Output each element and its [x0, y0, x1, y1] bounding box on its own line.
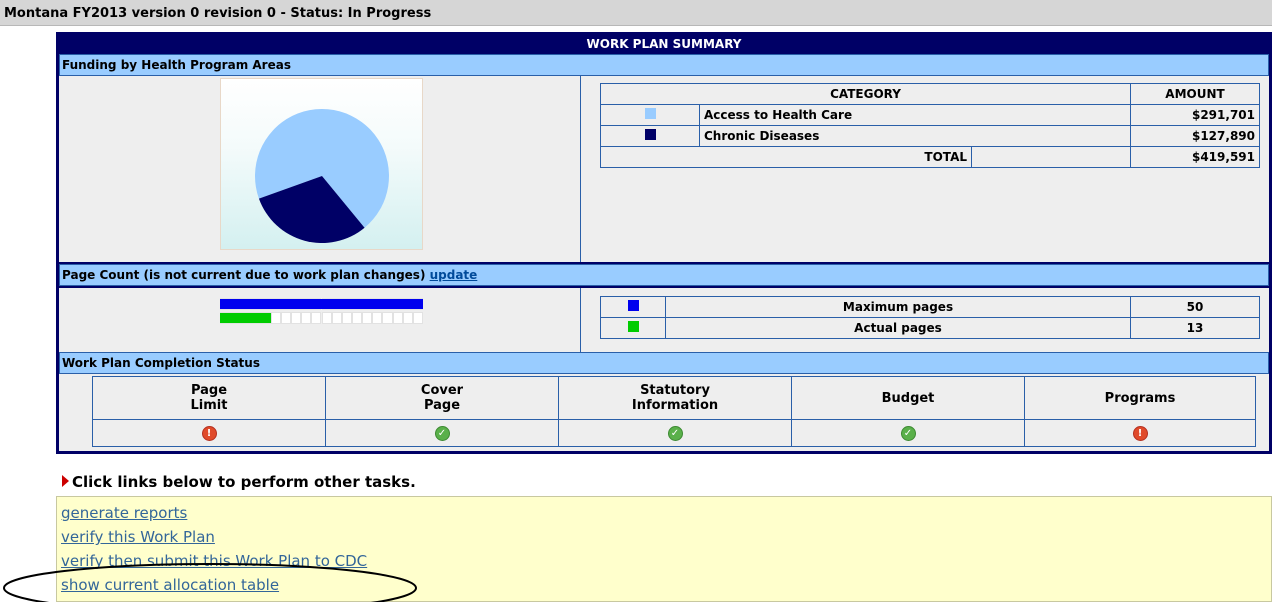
legend-swatch — [644, 108, 656, 119]
funding-row: Access to Health Care $291,701 — [600, 104, 1260, 126]
bar-cell — [341, 312, 352, 324]
check-icon[interactable]: ✓ — [667, 426, 683, 441]
page-count-row: Maximum pages 50 — [600, 296, 1260, 318]
column-label: Programs — [1104, 390, 1176, 406]
funding-table-header: CATEGORY AMOUNT — [600, 83, 1260, 105]
funding-table: CATEGORY AMOUNT Access to Health Care $2… — [600, 83, 1260, 168]
update-link[interactable]: update — [430, 268, 478, 282]
bar-fill — [220, 313, 271, 323]
column-label: Information — [631, 398, 719, 413]
legend-swatch-cell — [600, 104, 700, 126]
red-arrow-icon — [62, 475, 69, 487]
page-count-value: 50 — [1130, 296, 1260, 318]
completion-column-header: Statutory Information — [558, 376, 792, 420]
status-cell: ! — [92, 419, 326, 447]
funding-row: Chronic Diseases $127,890 — [600, 125, 1260, 147]
legend-swatch-cell — [600, 317, 666, 339]
bar-cell — [270, 312, 281, 324]
window-title-bar: Montana FY2013 version 0 revision 0 - St… — [0, 0, 1272, 26]
bar-cell — [392, 312, 403, 324]
category-column-header: CATEGORY — [600, 83, 1131, 105]
annotation-ellipse — [3, 563, 417, 602]
completion-status-table: Page Limit Cover Page Statutory Information… — [92, 376, 1256, 447]
bar-cell — [362, 312, 373, 324]
completion-header-row: Page Limit Cover Page Statutory Information… — [92, 376, 1256, 420]
bar-cell — [402, 312, 413, 324]
actual-pages-bar — [220, 312, 423, 324]
page-count-label: Maximum pages — [665, 296, 1131, 318]
page-count-panel: Maximum pages 50 Actual pages 13 — [59, 288, 1269, 354]
funding-section-title: Funding by Health Program Areas — [62, 58, 291, 72]
page-count-label: Actual pages — [665, 317, 1131, 339]
total-spacer — [971, 146, 1131, 168]
bar-cell — [331, 312, 342, 324]
page-count-row: Actual pages 13 — [600, 317, 1260, 339]
summary-title: WORK PLAN SUMMARY — [586, 37, 742, 51]
completion-icon-row: ! ✓ ✓ ✓ ! — [92, 419, 1256, 447]
category-name: Chronic Diseases — [699, 125, 1131, 147]
funding-total-row: TOTAL $419,591 — [600, 146, 1260, 168]
funding-pie-chart — [220, 78, 423, 250]
status-cell: ✓ — [325, 419, 559, 447]
bar-cell — [291, 312, 302, 324]
bar-fill — [220, 299, 423, 309]
page-count-section-title: Page Count (is not current due to work p… — [62, 268, 426, 282]
bar-cell — [372, 312, 383, 324]
page-count-section-header: Page Count (is not current due to work p… — [59, 264, 1269, 286]
category-amount: $127,890 — [1130, 125, 1260, 147]
bar-cell — [311, 312, 322, 324]
column-label: Cover — [420, 383, 464, 398]
funding-section-header: Funding by Health Program Areas — [59, 54, 1269, 76]
tasks-heading-text: Click links below to perform other tasks… — [72, 473, 416, 491]
panel-divider — [580, 76, 581, 262]
total-amount: $419,591 — [1130, 146, 1260, 168]
completion-section-header: Work Plan Completion Status — [59, 352, 1269, 374]
page-title: Montana FY2013 version 0 revision 0 - St… — [4, 6, 432, 21]
category-amount: $291,701 — [1130, 104, 1260, 126]
bar-cell — [301, 312, 312, 324]
completion-column-header: Programs — [1024, 376, 1256, 420]
total-label: TOTAL — [600, 146, 972, 168]
maximum-pages-bar — [220, 298, 423, 310]
page-count-value: 13 — [1130, 317, 1260, 339]
verify-work-plan-link[interactable]: verify this Work Plan — [61, 528, 215, 546]
panel-divider — [580, 288, 581, 354]
tasks-heading: Click links below to perform other tasks… — [62, 473, 416, 491]
bar-cell — [321, 312, 332, 324]
check-icon[interactable]: ✓ — [434, 426, 450, 441]
amount-column-header: AMOUNT — [1130, 83, 1260, 105]
bar-cell — [351, 312, 363, 324]
legend-swatch-cell — [600, 125, 700, 147]
legend-swatch — [627, 300, 639, 311]
legend-swatch-cell — [600, 296, 666, 318]
category-name: Access to Health Care — [699, 104, 1131, 126]
completion-column-header: Page Limit — [92, 376, 326, 420]
bar-cell — [280, 312, 292, 324]
column-label: Budget — [881, 390, 935, 406]
column-label: Page — [190, 383, 228, 398]
error-icon[interactable]: ! — [1132, 426, 1148, 441]
check-icon[interactable]: ✓ — [900, 426, 916, 441]
pie-svg — [255, 109, 389, 243]
bar-cell — [382, 312, 393, 324]
error-icon[interactable]: ! — [201, 426, 217, 441]
completion-column-header: Cover Page — [325, 376, 559, 420]
generate-reports-link[interactable]: generate reports — [61, 504, 187, 522]
column-label: Limit — [190, 398, 228, 413]
bar-cell — [412, 312, 423, 324]
status-cell: ✓ — [558, 419, 792, 447]
column-label: Page — [423, 398, 461, 413]
legend-swatch — [627, 321, 639, 332]
completion-column-header: Budget — [791, 376, 1025, 420]
status-cell: ✓ — [791, 419, 1025, 447]
funding-panel: CATEGORY AMOUNT Access to Health Care $2… — [59, 76, 1269, 262]
page-count-table: Maximum pages 50 Actual pages 13 — [600, 296, 1260, 339]
column-label: Statutory — [640, 383, 710, 398]
completion-section-title: Work Plan Completion Status — [62, 356, 260, 370]
page-count-bars — [220, 298, 423, 328]
legend-swatch — [644, 129, 656, 140]
status-cell: ! — [1024, 419, 1256, 447]
